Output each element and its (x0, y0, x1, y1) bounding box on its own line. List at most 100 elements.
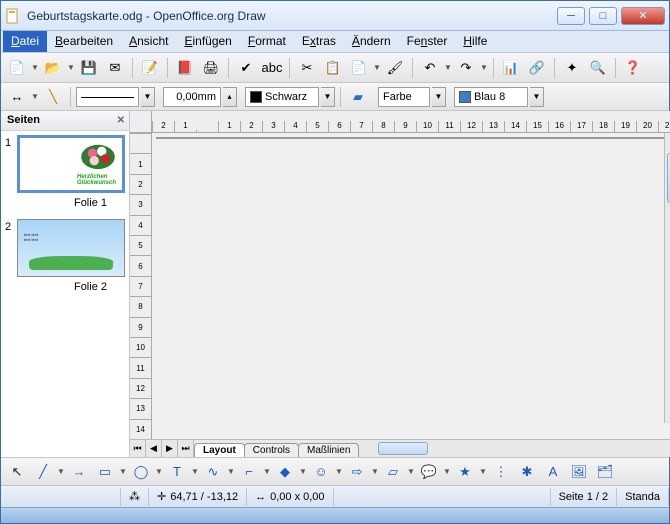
line-props-icon[interactable]: ╲ (41, 85, 65, 109)
redo-icon[interactable]: ↷ (454, 56, 478, 80)
minimize-button[interactable]: ─ (557, 7, 585, 25)
line-icon[interactable]: ╱ (31, 460, 55, 484)
slide-thumbnail[interactable]: HerzlichenGlückwunsch (17, 135, 125, 193)
arrow-style-icon[interactable]: ↔ (5, 85, 29, 109)
menu-bearbeiten[interactable]: Bearbeiten (47, 31, 121, 52)
maximize-button[interactable]: □ (589, 7, 617, 25)
export-pdf-icon[interactable]: 📕 (173, 56, 197, 80)
dropdown-icon[interactable]: ▼ (479, 467, 487, 476)
dropdown-icon[interactable]: ▼ (191, 467, 199, 476)
navigator-icon[interactable]: ✦ (560, 56, 584, 80)
dropdown-icon[interactable]: ▼ (31, 92, 39, 101)
flowchart-icon[interactable]: ▱ (381, 460, 405, 484)
tab-maßlinien[interactable]: Maßlinien (298, 443, 359, 457)
from-file-icon[interactable]: 🖼 (567, 460, 591, 484)
dropdown-icon[interactable]: ▼ (67, 63, 75, 72)
menu-einfügen[interactable]: Einfügen (176, 31, 239, 52)
dropdown-icon[interactable]: ▼ (373, 63, 381, 72)
dropdown-icon[interactable]: ▼ (321, 87, 335, 107)
cut-icon[interactable]: ✂ (295, 56, 319, 80)
symbol-shapes-icon[interactable]: ☺ (309, 460, 333, 484)
curve-icon[interactable]: ∿ (201, 460, 225, 484)
menu-extras[interactable]: Extras (294, 31, 344, 52)
arrow-end-icon[interactable]: → (67, 460, 91, 484)
menu-ändern[interactable]: Ändern (344, 31, 399, 52)
line-width-field[interactable]: 0,00mm (163, 87, 221, 107)
points-icon[interactable]: ⋮ (489, 460, 513, 484)
line-fill-toolbar: ↔ ▼ ╲ ▼ 0,00mm▴ Schwarz ▼ ▰ Farbe▼ Blau … (1, 83, 669, 111)
auto-spellcheck-icon[interactable]: abc (260, 56, 284, 80)
horizontal-scrollbar[interactable] (358, 440, 670, 457)
ruler-horizontal[interactable]: 21123456789101112131415161718192021 (152, 111, 670, 133)
edit-icon[interactable]: 📝 (138, 56, 162, 80)
block-arrows-icon[interactable]: ⇨ (345, 460, 369, 484)
dropdown-icon[interactable]: ▼ (407, 467, 415, 476)
dropdown-icon[interactable]: ▼ (57, 467, 65, 476)
gallery-icon[interactable]: 🗂 (593, 460, 617, 484)
tab-controls[interactable]: Controls (244, 443, 299, 457)
slide-thumbnail[interactable]: text texttext text (17, 219, 125, 277)
fontwork-icon[interactable]: A (541, 460, 565, 484)
dropdown-icon[interactable]: ▼ (227, 467, 235, 476)
status-dirty-icon: ⁂ (121, 488, 149, 506)
dropdown-icon[interactable]: ▼ (432, 87, 446, 107)
undo-icon[interactable]: ↶ (418, 56, 442, 80)
text-icon[interactable]: T (165, 460, 189, 484)
dropdown-icon[interactable]: ▼ (119, 467, 127, 476)
fill-color-combo[interactable]: Blau 8 (454, 87, 528, 107)
dropdown-icon[interactable]: ▼ (299, 467, 307, 476)
stars-icon[interactable]: ★ (453, 460, 477, 484)
help-icon[interactable]: ❓ (621, 56, 645, 80)
hyperlink-icon[interactable]: 🔗 (525, 56, 549, 80)
dropdown-icon[interactable]: ▼ (155, 467, 163, 476)
menu-datei[interactable]: Datei (3, 31, 47, 52)
rectangle-icon[interactable]: ▭ (93, 460, 117, 484)
copy-icon[interactable]: 📋 (321, 56, 345, 80)
layer-tabs: LayoutControlsMaßlinien (194, 440, 358, 457)
spellcheck-icon[interactable]: ✔ (234, 56, 258, 80)
dropdown-icon[interactable]: ▼ (530, 87, 544, 107)
basic-shapes-icon[interactable]: ◆ (273, 460, 297, 484)
dropdown-icon[interactable]: ▼ (443, 467, 451, 476)
dropdown-icon[interactable]: ▼ (444, 63, 452, 72)
last-page-button[interactable]: ⏭ (178, 440, 194, 457)
print-icon[interactable]: 🖨 (199, 56, 223, 80)
dropdown-icon[interactable]: ▼ (263, 467, 271, 476)
connector-icon[interactable]: ⌐ (237, 460, 261, 484)
dropdown-icon[interactable]: ▼ (480, 63, 488, 72)
select-icon[interactable]: ↖ (5, 460, 29, 484)
ruler-vertical[interactable]: 1234567891011121314 (130, 133, 152, 439)
zoom-icon[interactable]: 🔍 (586, 56, 610, 80)
save-icon[interactable]: 💾 (77, 56, 101, 80)
new-icon[interactable]: 📄 (5, 56, 29, 80)
spinner-icon[interactable]: ▴ (223, 87, 237, 107)
drawing-canvas[interactable]: Herzlichen Glückwunsch Schön & Ehrlich D… (156, 137, 664, 139)
email-icon[interactable]: ✉ (103, 56, 127, 80)
line-color-combo[interactable]: Schwarz (245, 87, 319, 107)
vertical-scrollbar[interactable] (664, 133, 670, 423)
next-page-button[interactable]: ▶ (162, 440, 178, 457)
close-button[interactable]: ✕ (621, 7, 665, 25)
chart-icon[interactable]: 📊 (499, 56, 523, 80)
line-style-combo[interactable] (76, 87, 139, 107)
glue-icon[interactable]: ✱ (515, 460, 539, 484)
prev-page-button[interactable]: ◀ (146, 440, 162, 457)
fill-type-combo[interactable]: Farbe (378, 87, 430, 107)
menu-fenster[interactable]: Fenster (399, 31, 456, 52)
tab-layout[interactable]: Layout (194, 443, 245, 457)
dropdown-icon[interactable]: ▼ (371, 467, 379, 476)
close-icon[interactable]: ✕ (117, 115, 125, 126)
menu-format[interactable]: Format (240, 31, 294, 52)
dropdown-icon[interactable]: ▼ (141, 87, 155, 107)
paste-icon[interactable]: 📄 (347, 56, 371, 80)
menu-ansicht[interactable]: Ansicht (121, 31, 176, 52)
dropdown-icon[interactable]: ▼ (31, 63, 39, 72)
format-paint-icon[interactable]: 🖌 (383, 56, 407, 80)
ellipse-icon[interactable]: ◯ (129, 460, 153, 484)
dropdown-icon[interactable]: ▼ (335, 467, 343, 476)
menu-hilfe[interactable]: Hilfe (455, 31, 495, 52)
callouts-icon[interactable]: 💬 (417, 460, 441, 484)
first-page-button[interactable]: ⏮ (130, 440, 146, 457)
area-props-icon[interactable]: ▰ (346, 85, 370, 109)
open-icon[interactable]: 📂 (41, 56, 65, 80)
